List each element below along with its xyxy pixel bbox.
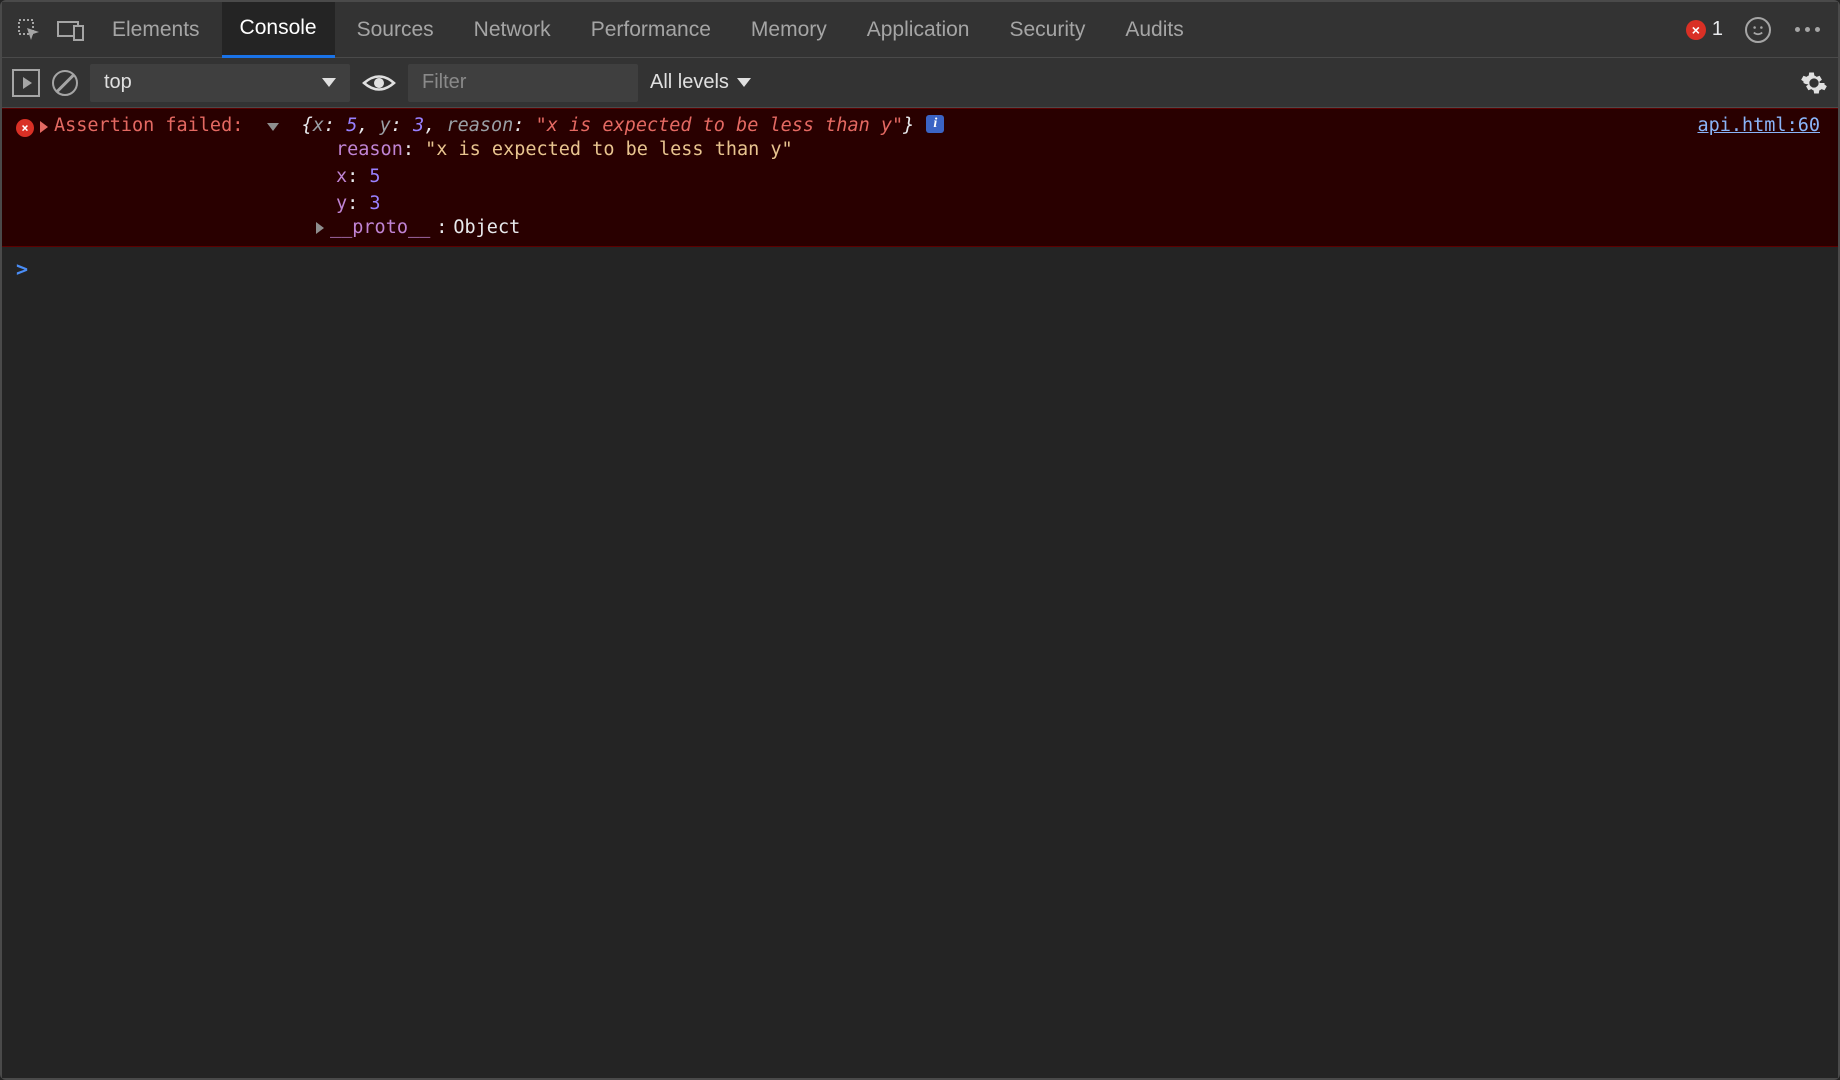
tab-network[interactable]: Network [456, 2, 569, 58]
object-proto[interactable]: __proto__: Object [16, 217, 1824, 238]
source-link[interactable]: api.html:60 [1697, 115, 1820, 136]
object-collapse-icon[interactable] [267, 123, 279, 131]
log-levels-select[interactable]: All levels [650, 71, 751, 94]
object-property[interactable]: x: 5 [336, 164, 1824, 191]
inspect-element-icon[interactable] [10, 11, 48, 49]
log-levels-label: All levels [650, 71, 729, 94]
console-error-message[interactable]: api.html:60 × Assertion failed: {x: 5, y… [2, 108, 1838, 247]
object-property[interactable]: y: 3 [336, 191, 1824, 218]
console-prompt[interactable]: > [2, 247, 1838, 291]
device-toolbar-icon[interactable] [52, 11, 90, 49]
devtools-tabbar: Elements Console Sources Network Perform… [2, 2, 1838, 58]
tab-performance[interactable]: Performance [573, 2, 729, 58]
error-count-value: 1 [1712, 18, 1723, 41]
chevron-down-icon [737, 78, 751, 87]
feedback-icon[interactable] [1745, 17, 1771, 43]
object-property[interactable]: reason: "x is expected to be less than y… [336, 137, 1824, 164]
clear-console-icon[interactable] [52, 70, 78, 96]
filter-input[interactable] [408, 64, 638, 102]
chevron-down-icon [322, 78, 336, 87]
assertion-label: Assertion failed: [54, 115, 243, 136]
object-expanded: reason: "x is expected to be less than y… [16, 137, 1824, 217]
error-icon: × [16, 119, 34, 137]
object-preview[interactable]: {x: 5, y: 3, reason: "x is expected to b… [302, 115, 915, 136]
tab-console[interactable]: Console [222, 2, 335, 58]
console-output: api.html:60 × Assertion failed: {x: 5, y… [2, 108, 1838, 1078]
tab-application[interactable]: Application [849, 2, 988, 58]
prompt-chevron-icon: > [16, 257, 28, 281]
live-expression-icon[interactable] [362, 72, 396, 94]
tab-elements[interactable]: Elements [94, 2, 218, 58]
toggle-console-drawer-icon[interactable] [12, 69, 40, 97]
tab-sources[interactable]: Sources [339, 2, 452, 58]
tab-memory[interactable]: Memory [733, 2, 845, 58]
expand-toggle-icon[interactable] [316, 222, 324, 234]
console-toolbar: top All levels [2, 58, 1838, 108]
execution-context-select[interactable]: top [90, 64, 350, 102]
execution-context-value: top [104, 71, 132, 94]
info-badge-icon[interactable]: i [926, 115, 944, 133]
expand-toggle-icon[interactable] [40, 121, 48, 133]
error-icon: × [1686, 20, 1706, 40]
more-menu-icon[interactable] [1795, 27, 1820, 32]
error-count-badge[interactable]: × 1 [1686, 18, 1723, 41]
console-settings-icon[interactable] [1800, 69, 1828, 97]
tab-security[interactable]: Security [991, 2, 1103, 58]
tab-audits[interactable]: Audits [1107, 2, 1201, 58]
